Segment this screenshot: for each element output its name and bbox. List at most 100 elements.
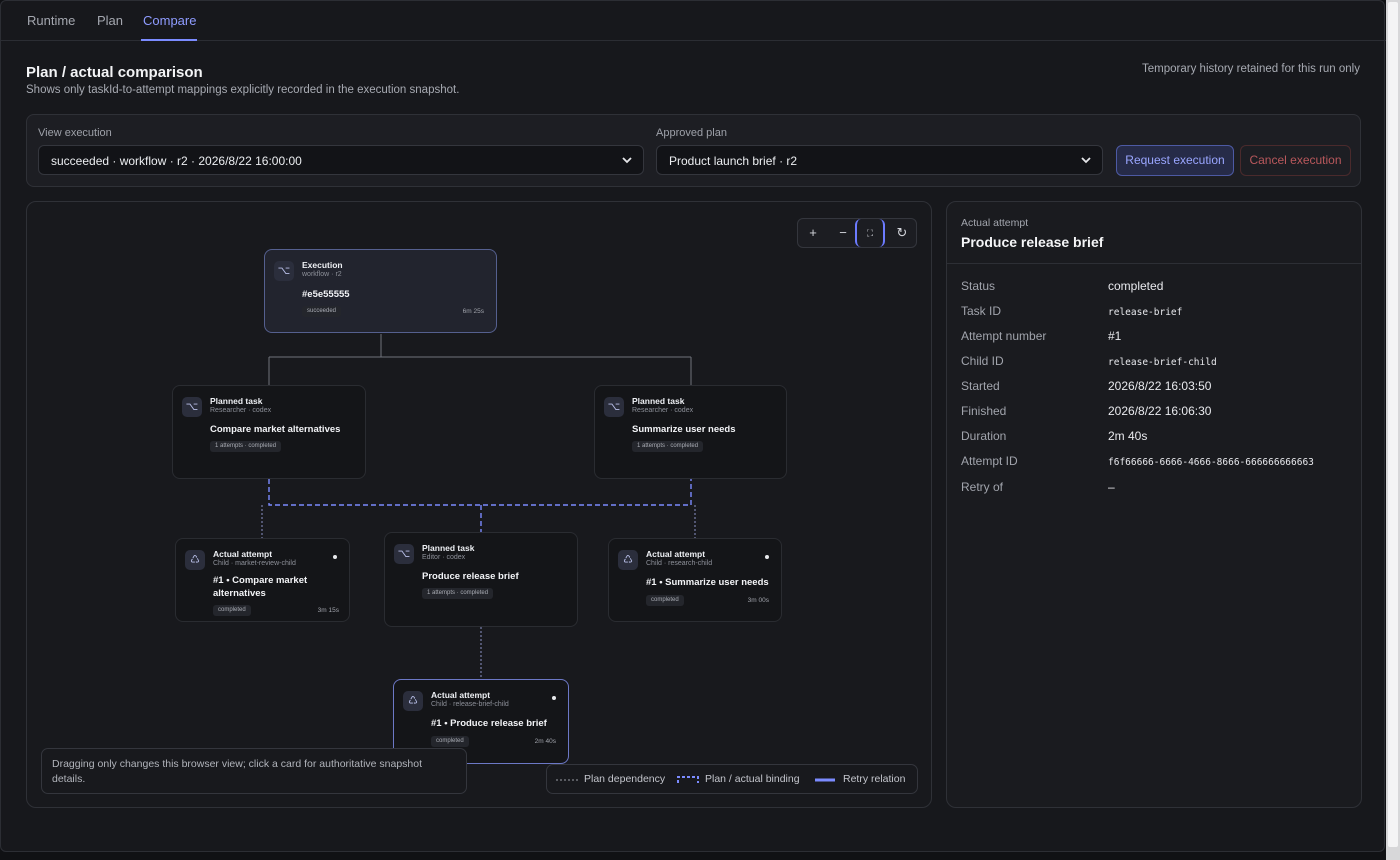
workflow-icon: ⌥ xyxy=(604,397,624,417)
detail-value: completed xyxy=(1108,279,1164,293)
attempts-badge: 1 attempts · completed xyxy=(210,441,282,452)
detail-value: release-brief-child xyxy=(1108,357,1217,368)
card-title: alternatives xyxy=(213,588,266,599)
execution-select-value: succeeded · workflow · r2 · 2026/8/22 16… xyxy=(51,154,302,168)
page-title: Plan / actual comparison xyxy=(26,64,203,81)
execution-select[interactable]: succeeded · workflow · r2 · 2026/8/22 16… xyxy=(38,145,644,175)
history-note: Temporary history retained for this run … xyxy=(1142,63,1360,75)
legend-retry: Retry relation xyxy=(843,773,906,785)
card-meta: Child · release-brief-child xyxy=(431,701,509,708)
chevron-down-icon xyxy=(1081,157,1091,164)
zoom-in-button[interactable]: + xyxy=(798,219,828,247)
planned-task-card[interactable]: ⌥ Planned task Researcher · codex Summar… xyxy=(594,385,787,479)
actual-attempt-card[interactable]: ♺ Actual attempt Child · market-review-c… xyxy=(175,538,350,622)
card-meta: Researcher · codex xyxy=(210,407,272,414)
tab-plan[interactable]: Plan xyxy=(97,13,123,28)
page-subtitle: Shows only taskId-to-attempt mappings ex… xyxy=(26,84,460,96)
detail-header: Actual attempt Produce release brief xyxy=(947,202,1361,264)
dependency-line-icon xyxy=(556,779,580,781)
execution-card[interactable]: ⌥ Execution workflow · r2 #e5e55555 succ… xyxy=(264,249,497,333)
detail-kind: Actual attempt xyxy=(961,217,1029,229)
graph-canvas[interactable]: + − ⛶ ↻ ⌥ Execution workflow · r2 #e5e55… xyxy=(26,201,932,808)
planned-task-card[interactable]: ⌥ Planned task Researcher · codex Compar… xyxy=(172,385,366,479)
card-kind: Planned task xyxy=(422,543,475,553)
plan-select-value: Product launch brief · r2 xyxy=(669,154,798,168)
app-window: Runtime Plan Compare Plan / actual compa… xyxy=(0,0,1386,852)
tab-bar: Runtime Plan Compare xyxy=(1,1,1386,41)
attempts-badge: 1 attempts · completed xyxy=(422,588,494,599)
tab-runtime[interactable]: Runtime xyxy=(27,13,75,28)
detail-value: – xyxy=(1108,480,1115,494)
card-kind: Planned task xyxy=(210,396,263,406)
card-title: #e5e55555 xyxy=(302,289,350,300)
status-dot xyxy=(333,555,337,559)
detail-key: Status xyxy=(961,279,996,293)
card-title: Produce release brief xyxy=(422,571,519,582)
zoom-out-button[interactable]: − xyxy=(828,219,858,247)
detail-key: Child ID xyxy=(961,354,1004,368)
chevron-down-icon xyxy=(622,157,632,164)
detail-key: Duration xyxy=(961,429,1007,443)
duration-label: 3m 15s xyxy=(317,607,339,614)
detail-key: Task ID xyxy=(961,304,1002,318)
planned-task-card[interactable]: ⌥ Planned task Editor · codex Produce re… xyxy=(384,532,578,627)
cancel-execution-button[interactable]: Cancel execution xyxy=(1240,145,1351,176)
drag-hint: Dragging only changes this browser view;… xyxy=(41,748,467,794)
zoom-controls: + − ⛶ ↻ xyxy=(797,218,917,248)
attempts-badge: 1 attempts · completed xyxy=(632,441,704,452)
card-meta: Child · research-child xyxy=(646,560,713,567)
card-kind: Actual attempt xyxy=(646,549,706,559)
legend-dependency: Plan dependency xyxy=(584,773,666,785)
legend-binding: Plan / actual binding xyxy=(705,773,800,785)
status-badge: completed xyxy=(213,605,251,616)
detail-key: Attempt number xyxy=(961,329,1047,343)
detail-value: release-brief xyxy=(1108,307,1183,318)
detail-value: 2026/8/22 16:06:30 xyxy=(1108,404,1212,418)
status-badge: completed xyxy=(431,736,469,747)
card-title: Summarize user needs xyxy=(632,424,736,435)
detail-key: Started xyxy=(961,379,1000,393)
recycle-icon: ♺ xyxy=(618,550,638,570)
workflow-icon: ⌥ xyxy=(182,397,202,417)
detail-value: f6f66666-6666-4666-8666-666666666663 xyxy=(1108,457,1314,468)
card-kind: Actual attempt xyxy=(431,690,491,700)
tab-compare[interactable]: Compare xyxy=(143,13,196,28)
status-badge: completed xyxy=(646,595,684,606)
fit-view-button[interactable]: ⛶ xyxy=(855,219,885,247)
request-execution-button[interactable]: Request execution xyxy=(1116,145,1234,176)
card-kind: Execution xyxy=(302,260,343,270)
binding-line-icon xyxy=(677,776,699,783)
status-dot xyxy=(765,555,769,559)
duration-label: 6m 25s xyxy=(462,308,484,315)
control-bar: View execution succeeded · workflow · r2… xyxy=(26,114,1361,187)
detail-key: Retry of xyxy=(961,480,1004,494)
actual-attempt-card[interactable]: ♺ Actual attempt Child · research-child … xyxy=(608,538,782,622)
recycle-icon: ♺ xyxy=(403,691,423,711)
detail-title: Produce release brief xyxy=(961,234,1104,250)
edge-exec-tree xyxy=(268,334,692,385)
reset-view-button[interactable]: ↻ xyxy=(887,219,917,247)
duration-label: 2m 40s xyxy=(534,738,556,745)
graph-legend: Plan dependency Plan / actual binding Re… xyxy=(546,764,918,794)
detail-key: Attempt ID xyxy=(961,454,1018,468)
retry-line-icon xyxy=(815,778,835,782)
attempt-detail-panel: Actual attempt Produce release brief Sta… xyxy=(946,201,1362,808)
detail-value: #1 xyxy=(1108,329,1122,343)
card-meta: Editor · codex xyxy=(422,554,466,561)
card-meta: workflow · r2 xyxy=(302,271,342,278)
page-scrollbar-thumb[interactable] xyxy=(1388,2,1398,847)
plan-select[interactable]: Product launch brief · r2 xyxy=(656,145,1103,175)
recycle-icon: ♺ xyxy=(185,550,205,570)
active-tab-indicator xyxy=(141,39,197,41)
detail-value: 2m 40s xyxy=(1108,429,1148,443)
duration-label: 3m 00s xyxy=(747,597,769,604)
card-kind: Actual attempt xyxy=(213,549,273,559)
detail-value: 2026/8/22 16:03:50 xyxy=(1108,379,1212,393)
plan-select-label: Approved plan xyxy=(656,127,727,139)
edge-plan-dependency xyxy=(268,479,692,532)
card-meta: Researcher · codex xyxy=(632,407,694,414)
card-kind: Planned task xyxy=(632,396,685,406)
card-title: Compare market alternatives xyxy=(210,424,341,435)
card-title: #1 • Compare market xyxy=(213,575,308,586)
card-meta: Child · market-review-child xyxy=(213,560,296,567)
